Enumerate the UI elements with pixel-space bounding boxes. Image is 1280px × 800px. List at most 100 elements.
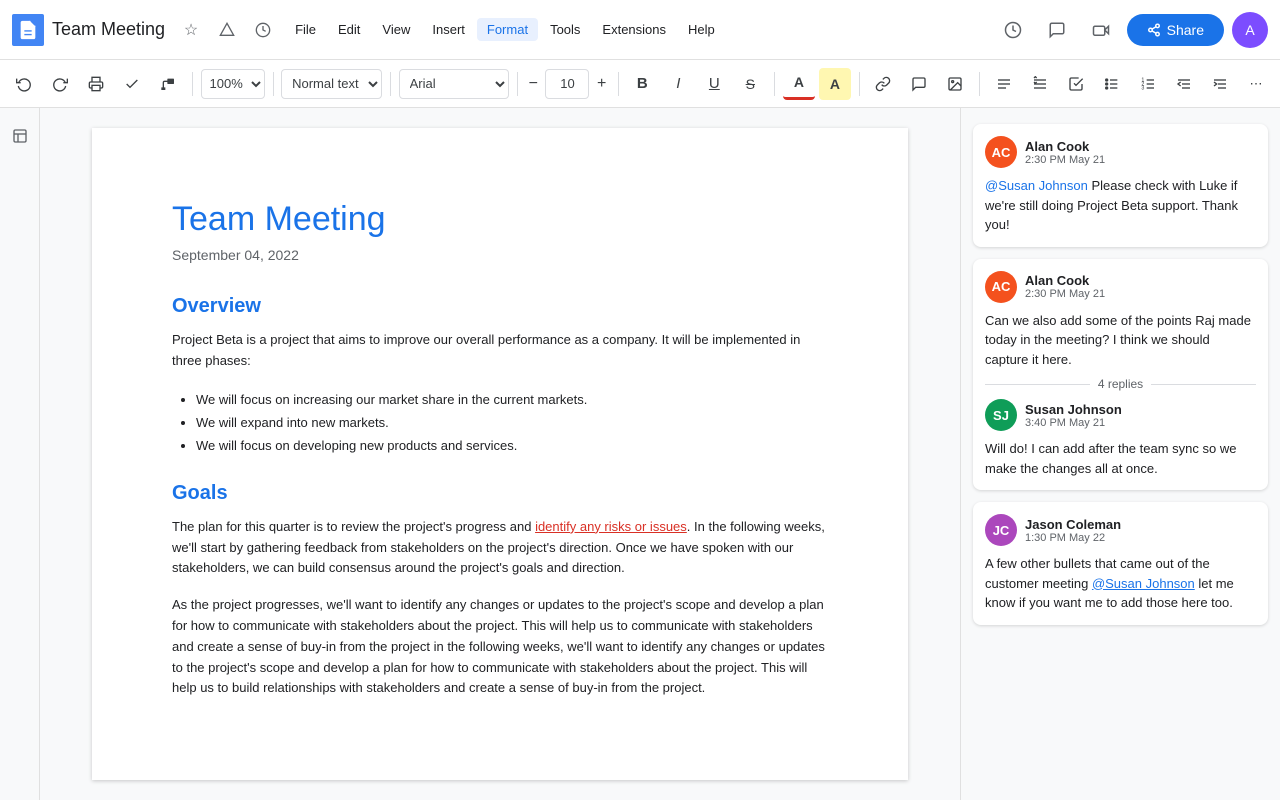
document-page: Team Meeting September 04, 2022 Overview… [92, 128, 908, 780]
goals-text-before: The plan for this quarter is to review t… [172, 519, 535, 534]
reply-meta-1: Susan Johnson 3:40 PM May 21 [1025, 402, 1256, 429]
comment-text-2: Can we also add some of the points Raj m… [985, 311, 1256, 370]
comment-avatar-2: AC [985, 271, 1017, 303]
toolbar: 100% 75% 125% Normal text Heading 1 Head… [0, 60, 1280, 108]
overview-list: We will focus on increasing our market s… [196, 388, 828, 458]
replies-line-left [985, 384, 1090, 385]
comment-header-3: JC Jason Coleman 1:30 PM May 22 [985, 514, 1256, 546]
reply-header-1: SJ Susan Johnson 3:40 PM May 21 [985, 399, 1256, 431]
comment-mention-3: @Susan Johnson [1092, 576, 1195, 591]
add-comment-button[interactable] [903, 68, 935, 100]
spellcheck-button[interactable] [116, 68, 148, 100]
reply-time-1: 3:40 PM May 21 [1025, 417, 1256, 429]
comment-header-2: AC Alan Cook 2:30 PM May 21 [985, 271, 1256, 303]
comments-panel: AC Alan Cook 2:30 PM May 21 @Susan Johns… [960, 108, 1280, 800]
menu-edit[interactable]: Edit [328, 18, 370, 41]
strikethrough-button[interactable]: S [734, 68, 766, 100]
title-bar: Team Meeting ☆ File Edit View Insert For… [0, 0, 1280, 60]
replies-line-right [1151, 384, 1256, 385]
comment-card-1: AC Alan Cook 2:30 PM May 21 @Susan Johns… [973, 124, 1268, 247]
comment-time-3: 1:30 PM May 22 [1025, 532, 1256, 544]
title-bar-left: Team Meeting ☆ [12, 14, 277, 46]
numbered-list-button[interactable]: 123 [1132, 68, 1164, 100]
move-to-drive-button[interactable] [213, 16, 241, 44]
menu-format[interactable]: Format [477, 18, 538, 41]
text-color-button[interactable]: A [783, 68, 815, 100]
menu-file[interactable]: File [285, 18, 326, 41]
indent-less-button[interactable] [1168, 68, 1200, 100]
share-button[interactable]: Share [1127, 14, 1224, 46]
toolbar-divider-6 [774, 72, 775, 96]
insert-link-button[interactable] [867, 68, 899, 100]
comment-author-1: Alan Cook [1025, 139, 1256, 154]
comment-mention-1: @Susan Johnson [985, 178, 1088, 193]
insert-image-button[interactable] [939, 68, 971, 100]
document-status-button[interactable] [249, 16, 277, 44]
comment-text-3: A few other bullets that came out of the… [985, 554, 1256, 613]
title-right: Share A [995, 12, 1268, 48]
checklist-button[interactable] [1060, 68, 1092, 100]
menu-extensions[interactable]: Extensions [592, 18, 676, 41]
reply-text-1: Will do! I can add after the team sync s… [985, 439, 1256, 478]
list-item-2: We will expand into new markets. [196, 411, 828, 434]
toolbar-divider-1 [192, 72, 193, 96]
nested-comment-1: SJ Susan Johnson 3:40 PM May 21 Will do!… [985, 399, 1256, 478]
comment-avatar-3: JC [985, 514, 1017, 546]
font-size-input[interactable] [545, 69, 589, 99]
document-area[interactable]: Team Meeting September 04, 2022 Overview… [40, 108, 960, 800]
font-select[interactable]: Arial Times New Roman Verdana [399, 69, 509, 99]
comment-avatar-1: AC [985, 136, 1017, 168]
comment-author-2: Alan Cook [1025, 273, 1256, 288]
line-spacing-button[interactable] [1024, 68, 1056, 100]
goals-paragraph-2: As the project progresses, we'll want to… [172, 595, 828, 699]
align-button[interactable] [988, 68, 1020, 100]
share-label: Share [1167, 22, 1204, 38]
print-button[interactable] [80, 68, 112, 100]
avatar-initials: A [1245, 22, 1254, 38]
comment-text-1: @Susan Johnson Please check with Luke if… [985, 176, 1256, 235]
italic-button[interactable]: I [662, 68, 694, 100]
zoom-select[interactable]: 100% 75% 125% [201, 69, 265, 99]
paint-format-button[interactable] [152, 68, 184, 100]
indent-more-button[interactable] [1204, 68, 1236, 100]
underline-button[interactable]: U [698, 68, 730, 100]
toolbar-divider-5 [618, 72, 619, 96]
toolbar-divider-4 [517, 72, 518, 96]
undo-button[interactable] [8, 68, 40, 100]
overview-paragraph: Project Beta is a project that aims to i… [172, 330, 828, 372]
toolbar-divider-2 [273, 72, 274, 96]
menu-tools[interactable]: Tools [540, 18, 590, 41]
replies-divider: 4 replies [985, 377, 1256, 391]
goals-heading: Goals [172, 482, 828, 505]
comment-author-3: Jason Coleman [1025, 517, 1256, 532]
comment-time-2: 2:30 PM May 21 [1025, 288, 1256, 300]
style-select[interactable]: Normal text Heading 1 Heading 2 Heading … [281, 69, 382, 99]
comment-header-1: AC Alan Cook 2:30 PM May 21 [985, 136, 1256, 168]
menu-help[interactable]: Help [678, 18, 725, 41]
star-button[interactable]: ☆ [177, 16, 205, 44]
bold-button[interactable]: B [626, 68, 658, 100]
comments-button[interactable] [1039, 12, 1075, 48]
user-avatar[interactable]: A [1232, 12, 1268, 48]
reply-author-1: Susan Johnson [1025, 402, 1256, 417]
redo-button[interactable] [44, 68, 76, 100]
meet-button[interactable] [1083, 12, 1119, 48]
title-icons: ☆ [177, 16, 277, 44]
bullet-list-button[interactable] [1096, 68, 1128, 100]
last-edit-button[interactable] [995, 12, 1031, 48]
font-size-increase[interactable]: + [593, 69, 609, 99]
menu-insert[interactable]: Insert [422, 18, 475, 41]
toggle-outline-button[interactable] [4, 120, 36, 152]
menu-view[interactable]: View [372, 18, 420, 41]
font-size-decrease[interactable]: − [525, 69, 541, 99]
document-title: Team Meeting [52, 19, 165, 40]
more-options-button[interactable]: ⋯ [1240, 68, 1272, 100]
highlight-button[interactable]: A [819, 68, 851, 100]
toolbar-divider-7 [859, 72, 860, 96]
goals-highlight: identify any risks or issues [535, 519, 687, 534]
replies-count: 4 replies [1098, 377, 1143, 391]
document-main-title: Team Meeting [172, 200, 828, 239]
svg-text:3: 3 [1141, 85, 1144, 91]
menu-bar: File Edit View Insert Format Tools Exten… [285, 18, 725, 41]
sidebar-toggle [0, 108, 40, 800]
